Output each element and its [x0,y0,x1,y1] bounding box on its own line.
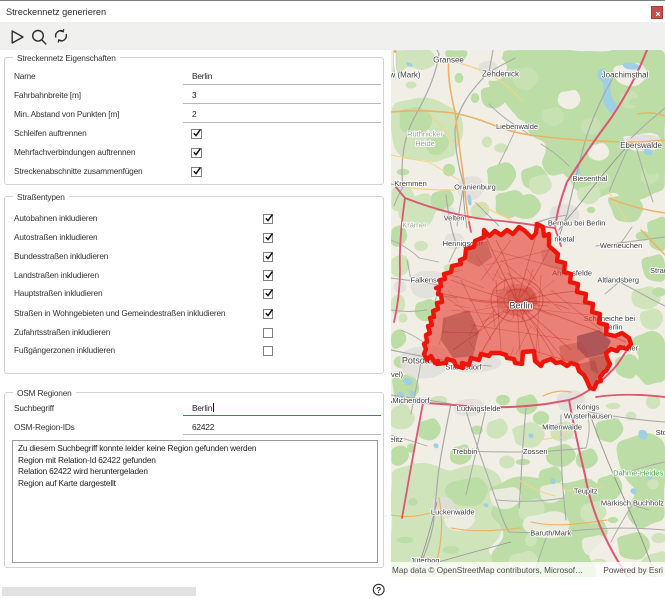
svg-text:Powered by Esri: Powered by Esri [603,566,663,575]
svg-text:elitz: elitz [391,435,403,444]
svg-text:Sto: Sto [656,428,665,437]
svg-text:Gransee: Gransee [433,56,464,65]
svg-text:Biesenthal: Biesenthal [572,174,607,183]
svg-text:Velten: Velten [444,214,465,223]
svg-text:Bernau bei Berlin: Bernau bei Berlin [548,219,606,228]
svg-text:w (Mark): w (Mark) [391,71,421,80]
svg-text:Berlin: Berlin [509,301,532,311]
svg-text:Werneuchen: Werneuchen [600,241,642,250]
svg-text:vel): vel) [391,370,404,379]
svg-text:Map data © OpenStreetMap contr: Map data © OpenStreetMap contributors, M… [392,566,583,575]
svg-text:Mittenwalde: Mittenwalde [542,422,582,431]
svg-text:Altlandsberg: Altlandsberg [597,275,639,284]
svg-text:?: ? [376,585,381,595]
svg-text:Kremmen: Kremmen [394,179,427,188]
svg-text:Zossen: Zossen [523,447,548,456]
svg-text:Zehdenick: Zehdenick [482,70,520,79]
svg-text:Heide: Heide [415,139,435,148]
svg-text:Luckenwalde: Luckenwalde [431,508,475,517]
svg-text:Joachimsthal: Joachimsthal [602,71,649,80]
svg-text:Oranienburg: Oranienburg [454,183,496,192]
svg-text:Ludwigsfelde: Ludwigsfelde [457,404,501,413]
svg-text:Wusterhausen: Wusterhausen [564,411,612,420]
svg-text:Krämer: Krämer [402,221,427,230]
svg-text:nketal: nketal [554,235,574,244]
svg-text:Liebenwalde: Liebenwalde [496,122,538,131]
svg-text:Märkisch Buchholz: Märkisch Buchholz [601,499,664,508]
svg-text:Dahme-Heides: Dahme-Heides [613,469,663,478]
svg-text:Königs: Königs [577,402,600,411]
svg-text:Baruth/Mark: Baruth/Mark [530,528,571,537]
svg-text:Strau: Strau [650,266,665,275]
svg-text:Eberswalde: Eberswalde [620,141,662,150]
svg-text:Michendorf: Michendorf [392,396,430,405]
svg-text:Teupitz: Teupitz [574,486,598,495]
svg-text:Trebbin: Trebbin [452,447,477,456]
svg-text:Rüthnicker: Rüthnicker [407,130,443,139]
